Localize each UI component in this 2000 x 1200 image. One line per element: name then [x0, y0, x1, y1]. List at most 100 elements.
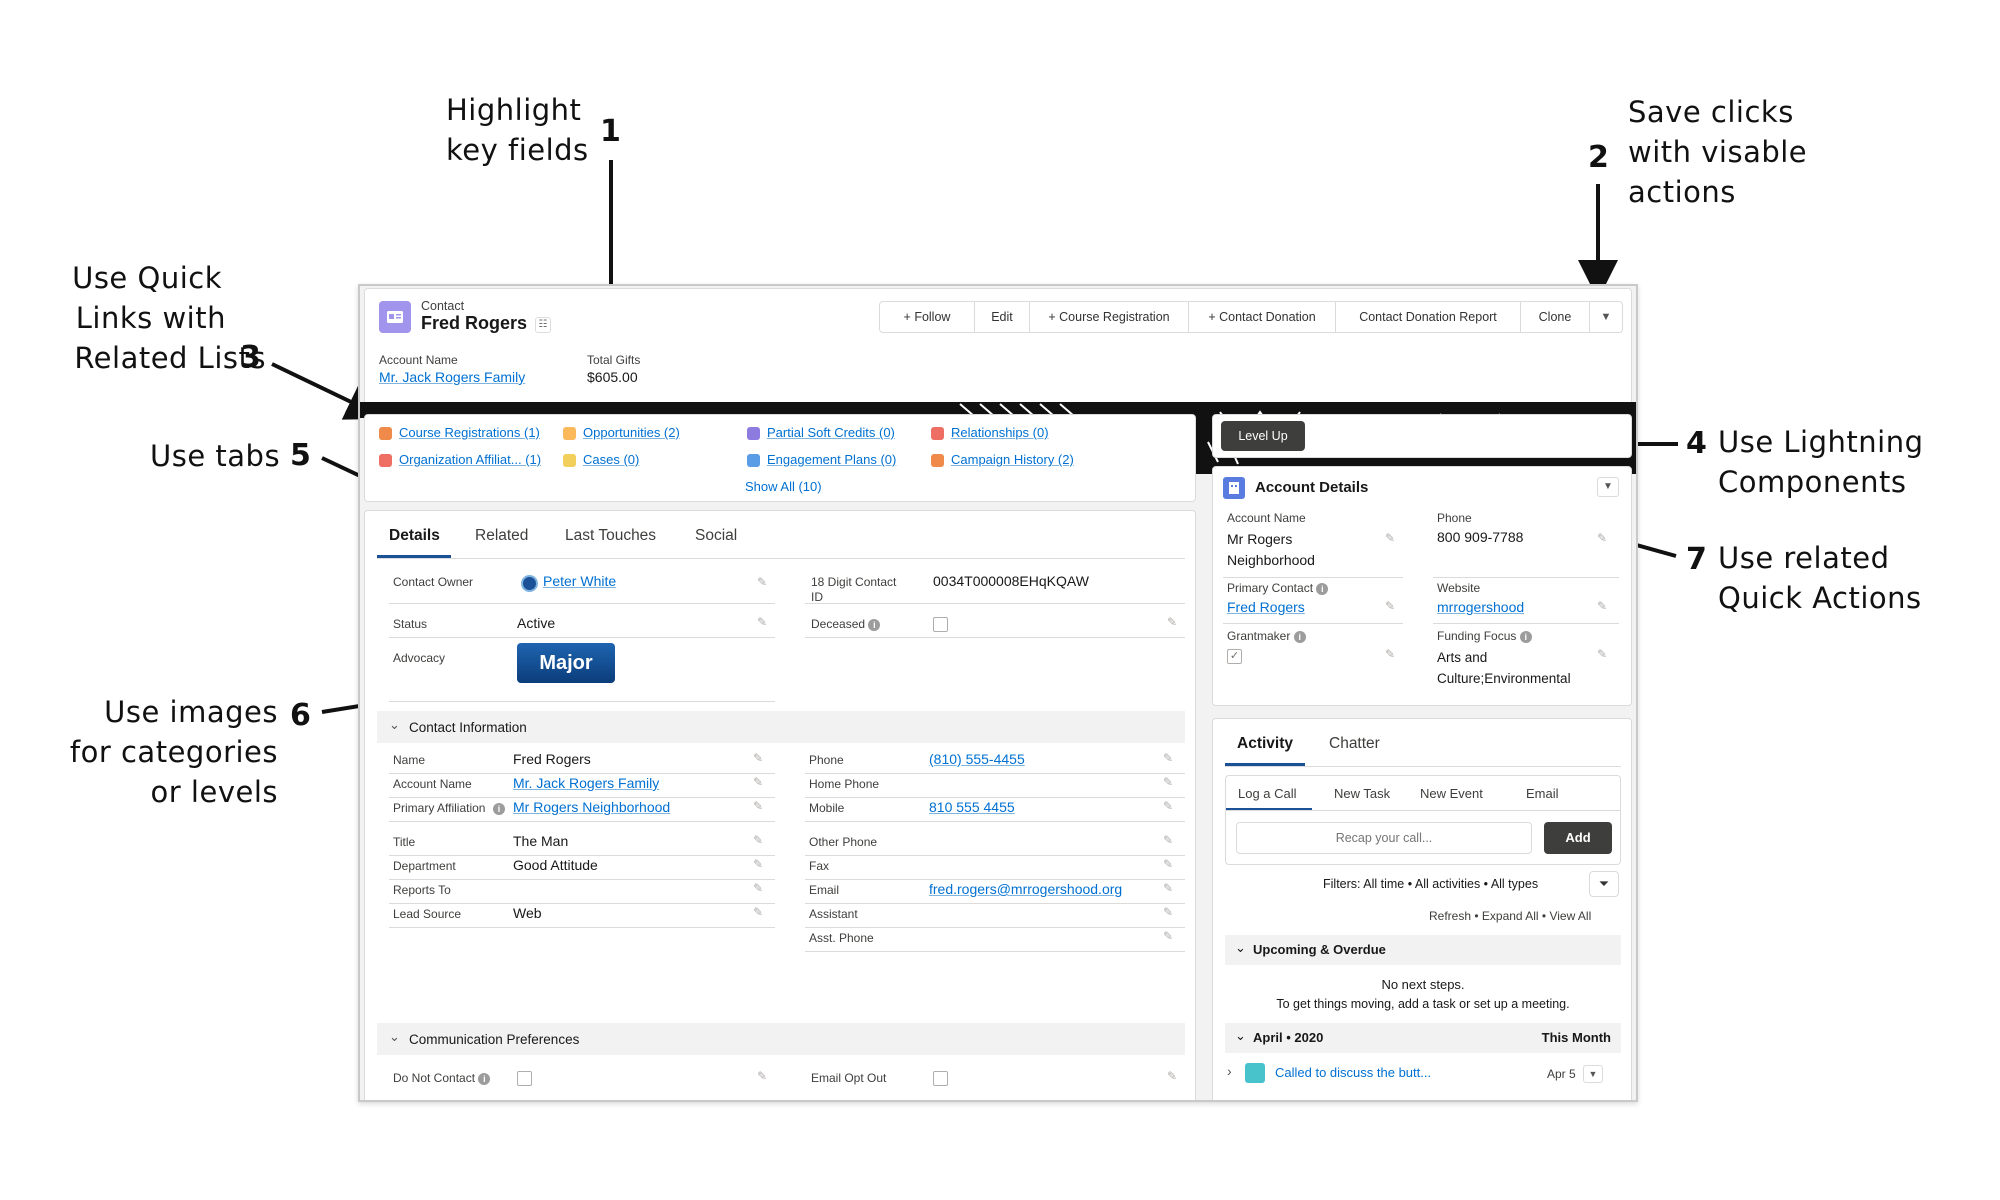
hierarchy-icon[interactable]: ☷ — [535, 317, 551, 333]
edit-pencil-icon[interactable]: ✎ — [753, 905, 763, 919]
follow-button[interactable]: + Follow — [879, 301, 975, 333]
do-not-contact-checkbox[interactable] — [517, 1071, 532, 1086]
edit-pencil-icon[interactable]: ✎ — [753, 881, 763, 895]
total-gifts-label: Total Gifts — [587, 353, 641, 367]
tab-details[interactable]: Details — [389, 527, 440, 545]
edit-pencil-icon[interactable]: ✎ — [753, 799, 763, 813]
quick-link-course-registrations[interactable]: Course Registrations (1) — [399, 425, 540, 440]
activity-refresh-links[interactable]: Refresh • Expand All • View All — [1429, 909, 1591, 923]
chevron-down-icon: ⌄ — [1235, 1028, 1246, 1043]
edit-button[interactable]: Edit — [974, 301, 1030, 333]
no-next-steps: No next steps. — [1381, 977, 1465, 992]
chevron-right-icon[interactable]: › — [1227, 1063, 1232, 1079]
contact-owner-link[interactable]: Peter White — [543, 573, 616, 589]
edit-pencil-icon[interactable]: ✎ — [1163, 775, 1173, 789]
info-icon: i — [478, 1072, 491, 1085]
clone-button[interactable]: Clone — [1520, 301, 1590, 333]
row-divider — [1433, 577, 1619, 578]
edit-pencil-icon[interactable]: ✎ — [1163, 833, 1173, 847]
primary-contact-text: Primary Contact — [1227, 581, 1314, 595]
edit-pencil-icon[interactable]: ✎ — [1163, 905, 1173, 919]
grantmaker-edit-icon[interactable]: ✎ — [1385, 647, 1395, 661]
subtab-new-task[interactable]: New Task — [1334, 786, 1390, 801]
quick-link-campaign-history[interactable]: Campaign History (2) — [951, 452, 1074, 467]
email-opt-out-checkbox[interactable] — [933, 1071, 948, 1086]
contact-info-left-link[interactable]: Mr Rogers Neighborhood — [513, 799, 670, 815]
quick-link-engagement-plans[interactable]: Engagement Plans (0) — [767, 452, 896, 467]
edit-pencil-icon[interactable]: ✎ — [1163, 799, 1173, 813]
account-name-link[interactable]: Mr. Jack Rogers Family — [379, 369, 525, 385]
object-type-label: Contact — [421, 299, 465, 313]
edit-pencil-icon[interactable]: ✎ — [753, 775, 763, 789]
activity-item-menu-button[interactable]: ▼ — [1583, 1065, 1603, 1083]
deceased-checkbox[interactable] — [933, 617, 948, 632]
info-icon: i — [1519, 630, 1532, 643]
quick-link-relationships[interactable]: Relationships (0) — [951, 425, 1049, 440]
status-edit-icon[interactable]: ✎ — [757, 615, 767, 629]
course-registration-button[interactable]: + Course Registration — [1029, 301, 1189, 333]
recap-call-input[interactable] — [1236, 822, 1532, 854]
edit-pencil-icon[interactable]: ✎ — [1163, 751, 1173, 765]
contact-info-left-label: Name — [393, 753, 426, 767]
primary-contact-link[interactable]: Fred Rogers — [1227, 599, 1305, 615]
communication-preferences-section[interactable]: ⌄ Communication Preferences — [377, 1023, 1185, 1055]
funding-focus-value: Arts and Culture;Environmental — [1437, 647, 1571, 689]
quick-link-organization-affiliations[interactable]: Organization Affiliat... (1) — [399, 452, 541, 467]
upcoming-overdue-header[interactable]: ⌄ Upcoming & Overdue — [1225, 935, 1621, 965]
deceased-edit-icon[interactable]: ✎ — [1167, 615, 1177, 629]
account-details-menu-button[interactable]: ▼ — [1597, 477, 1619, 497]
do-not-contact-edit-icon[interactable]: ✎ — [757, 1069, 767, 1083]
contact-donation-report-button[interactable]: Contact Donation Report — [1335, 301, 1521, 333]
primary-contact-edit-icon[interactable]: ✎ — [1385, 599, 1395, 613]
contact-donation-button[interactable]: + Contact Donation — [1188, 301, 1336, 333]
row-divider — [805, 855, 1185, 856]
account-details-card: Account Details ▼ Account Name Mr Rogers… — [1212, 466, 1632, 706]
contact-info-right-label: Other Phone — [809, 835, 878, 849]
row-divider — [805, 903, 1185, 904]
tab-social[interactable]: Social — [695, 527, 737, 545]
status-label: Status — [393, 617, 428, 631]
phone-edit-icon[interactable]: ✎ — [1597, 531, 1607, 545]
edit-pencil-icon[interactable]: ✎ — [1163, 857, 1173, 871]
website-link[interactable]: mrrogershood — [1437, 599, 1524, 615]
tab-activity[interactable]: Activity — [1237, 735, 1293, 753]
contact-info-right-link[interactable]: (810) 555-4455 — [929, 751, 1025, 767]
edit-pencil-icon[interactable]: ✎ — [1163, 881, 1173, 895]
contact-owner-edit-icon[interactable]: ✎ — [757, 575, 767, 589]
contact-info-left-link[interactable]: Mr. Jack Rogers Family — [513, 775, 659, 791]
level-up-button[interactable]: Level Up — [1221, 421, 1305, 451]
funding-focus-edit-icon[interactable]: ✎ — [1597, 647, 1607, 661]
email-opt-out-edit-icon[interactable]: ✎ — [1167, 1069, 1177, 1083]
edit-pencil-icon[interactable]: ✎ — [753, 857, 763, 871]
activity-item-link[interactable]: Called to discuss the butt... — [1275, 1065, 1431, 1080]
filter-button[interactable]: ⏷ — [1589, 871, 1619, 897]
contact-info-left-label: Lead Source — [393, 907, 462, 921]
edit-pencil-icon[interactable]: ✎ — [1163, 929, 1173, 943]
info-icon: i — [1293, 630, 1306, 643]
details-card: Details Related Last Touches Social Cont… — [364, 510, 1196, 1100]
more-actions-button[interactable]: ▼ — [1589, 301, 1623, 333]
tab-related[interactable]: Related — [475, 527, 528, 545]
activity-filters[interactable]: Filters: All time • All activities • All… — [1323, 877, 1538, 891]
quick-links-show-all[interactable]: Show All (10) — [745, 479, 822, 494]
contact-information-section[interactable]: ⌄ Contact Information — [377, 711, 1185, 743]
contact-info-right-link[interactable]: 810 555 4455 — [929, 799, 1015, 815]
quick-link-cases[interactable]: Cases (0) — [583, 452, 639, 467]
digit-id-label-line-2: ID — [811, 590, 823, 604]
tab-chatter[interactable]: Chatter — [1329, 735, 1380, 753]
quick-link-partial-soft-credits[interactable]: Partial Soft Credits (0) — [767, 425, 895, 440]
account-name-edit-icon[interactable]: ✎ — [1385, 531, 1395, 545]
edit-pencil-icon[interactable]: ✎ — [753, 833, 763, 847]
edit-pencil-icon[interactable]: ✎ — [753, 751, 763, 765]
subtab-log-a-call[interactable]: Log a Call — [1238, 786, 1297, 801]
row-divider — [1223, 623, 1403, 624]
add-button[interactable]: Add — [1544, 822, 1612, 854]
do-not-contact-text: Do Not Contact — [393, 1071, 476, 1085]
subtab-email[interactable]: Email — [1526, 786, 1559, 801]
website-edit-icon[interactable]: ✎ — [1597, 599, 1607, 613]
month-header[interactable]: ⌄ April • 2020 This Month — [1225, 1023, 1621, 1053]
quick-link-opportunities[interactable]: Opportunities (2) — [583, 425, 680, 440]
tab-last-touches[interactable]: Last Touches — [565, 527, 656, 545]
contact-info-right-link[interactable]: fred.rogers@mrrogershood.org — [929, 881, 1122, 897]
subtab-new-event[interactable]: New Event — [1420, 786, 1483, 801]
